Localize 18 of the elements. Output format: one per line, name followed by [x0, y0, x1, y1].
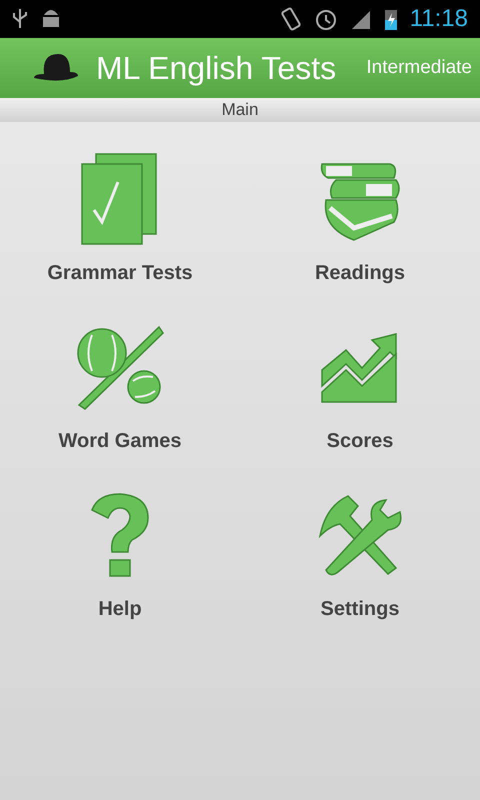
- battery-icon: [384, 7, 398, 31]
- baseball-bat-icon: [75, 323, 165, 413]
- level-label: Intermediate: [366, 56, 472, 80]
- alarm-icon: [314, 7, 338, 31]
- menu-tile[interactable]: Settings: [240, 480, 480, 624]
- menu-tile[interactable]: Scores: [240, 312, 480, 456]
- hammer-wrench-icon: [316, 494, 404, 578]
- vibrate-icon: [280, 7, 302, 31]
- app-title: ML English Tests: [96, 49, 336, 88]
- menu-tile[interactable]: Word Games: [0, 312, 240, 456]
- clock-time: 11:18: [410, 4, 468, 34]
- rising-chart-icon: [320, 330, 400, 406]
- menu-tile[interactable]: Grammar Tests: [0, 144, 240, 288]
- menu-tile[interactable]: Readings: [240, 144, 480, 288]
- usb-icon: [12, 8, 28, 30]
- documents-check-icon: [80, 152, 160, 248]
- menu-tile[interactable]: Help: [0, 480, 240, 624]
- subheader-title: Main: [222, 99, 258, 122]
